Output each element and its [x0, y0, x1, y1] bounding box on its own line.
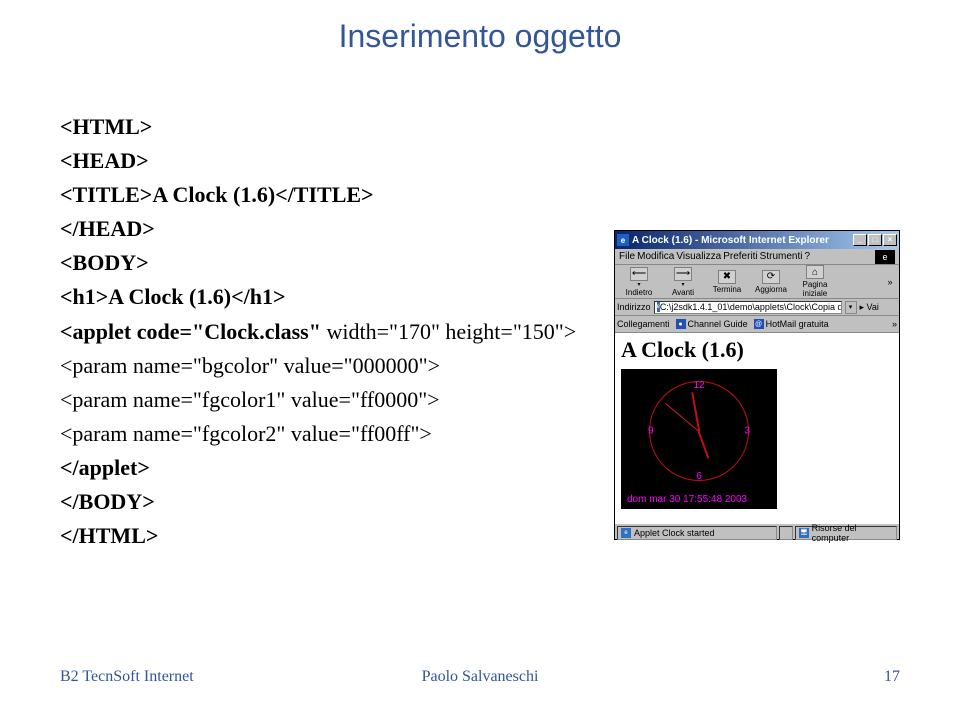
code-line: </HTML> [60, 519, 576, 553]
link-icon: ● [676, 319, 686, 329]
clock-num-12: 12 [693, 380, 704, 391]
window-controls: _ □ × [853, 234, 897, 246]
link-channel-guide[interactable]: ●Channel Guide [676, 319, 748, 329]
page-content: A Clock (1.6) 12 3 6 9 dom mar 30 17:55:… [615, 333, 899, 523]
tool-label: Indietro [617, 288, 661, 297]
slide-title: Inserimento oggetto [0, 0, 960, 55]
refresh-button[interactable]: ⟳ Aggiorna [749, 270, 793, 294]
computer-icon: 🖥 [799, 528, 809, 538]
clock-num-3: 3 [744, 425, 750, 436]
go-button[interactable]: ▸ Vai [860, 302, 879, 313]
status-bar: e Applet Clock started 🖥 Risorse del com… [615, 523, 899, 541]
link-icon: @ [754, 319, 764, 329]
footer-right: 17 [884, 668, 900, 686]
code-line: <applet code="Clock.class" width="170" h… [60, 315, 576, 349]
tool-label: Termina [705, 285, 749, 294]
applet-icon: e [621, 528, 631, 538]
clock-num-6: 6 [696, 471, 702, 482]
address-value: C:\j2sdk1.4.1_01\demo\applets\Clock\Copi… [660, 302, 842, 312]
menubar: File Modifica Visualizza Preferiti Strum… [615, 249, 899, 265]
menu-strumenti[interactable]: Strumenti [760, 251, 803, 262]
status-slot [779, 526, 793, 540]
address-input[interactable]: e C:\j2sdk1.4.1_01\demo\applets\Clock\Co… [654, 301, 842, 314]
menu-visualizza[interactable]: Visualizza [676, 251, 721, 262]
code-line: <HTML> [60, 110, 576, 144]
code-span: <applet code="Clock.class" [60, 319, 326, 344]
code-line: <param name="bgcolor" value="000000"> [60, 349, 576, 383]
menu-modifica[interactable]: Modifica [637, 251, 674, 262]
links-bar: Collegamenti ●Channel Guide @HotMail gra… [615, 316, 899, 333]
clock-date: dom mar 30 17:55:48 2003 [627, 494, 747, 505]
toolbar-overflow[interactable]: » [883, 277, 897, 287]
links-overflow[interactable]: » [892, 319, 897, 329]
address-bar: Indirizzo e C:\j2sdk1.4.1_01\demo\applet… [615, 299, 899, 316]
window-title: A Clock (1.6) - Microsoft Internet Explo… [632, 235, 829, 246]
menu-file[interactable]: File [619, 251, 635, 262]
code-line: <HEAD> [60, 144, 576, 178]
forward-button[interactable]: ⟶▾ Avanti [661, 267, 705, 297]
tool-label: Aggiorna [749, 285, 793, 294]
links-label: Collegamenti [617, 319, 670, 329]
status-left: e Applet Clock started [617, 526, 777, 540]
code-block: <HTML> <HEAD> <TITLE>A Clock (1.6)</TITL… [60, 110, 576, 553]
status-right: 🖥 Risorse del computer [795, 526, 897, 540]
browser-window: e A Clock (1.6) - Microsoft Internet Exp… [614, 230, 900, 540]
footer-left: B2 TecnSoft Internet [60, 668, 194, 686]
code-line: </HEAD> [60, 212, 576, 246]
address-label: Indirizzo [617, 302, 651, 312]
code-line: </BODY> [60, 485, 576, 519]
code-line: <param name="fgcolor1" value="ff0000"> [60, 383, 576, 417]
ie-icon: e [617, 234, 629, 246]
link-label: HotMail gratuita [766, 319, 829, 329]
page-heading: A Clock (1.6) [621, 337, 893, 363]
link-label: Channel Guide [688, 319, 748, 329]
ie-logo-icon: e [875, 250, 895, 264]
footer-center: Paolo Salvaneschi [422, 668, 539, 686]
hour-hand [698, 431, 709, 458]
clock-applet: 12 3 6 9 dom mar 30 17:55:48 2003 [621, 369, 777, 509]
link-hotmail[interactable]: @HotMail gratuita [754, 319, 829, 329]
clock-face: 12 3 6 9 [649, 381, 749, 481]
code-line: </applet> [60, 451, 576, 485]
code-line: <TITLE>A Clock (1.6)</TITLE> [60, 178, 576, 212]
code-line: <BODY> [60, 246, 576, 280]
tool-label: Avanti [661, 288, 705, 297]
menu-preferiti[interactable]: Preferiti [723, 251, 757, 262]
minimize-button[interactable]: _ [853, 234, 867, 246]
maximize-button[interactable]: □ [868, 234, 882, 246]
clock-num-9: 9 [648, 425, 654, 436]
go-label: Vai [867, 302, 879, 312]
address-dropdown[interactable]: ▾ [845, 301, 857, 314]
code-line: <param name="fgcolor2" value="ff00ff"> [60, 417, 576, 451]
home-button[interactable]: ⌂ Pagina iniziale [793, 265, 837, 298]
tool-label: Pagina iniziale [793, 280, 837, 298]
code-line: <h1>A Clock (1.6)</h1> [60, 280, 576, 314]
status-zone-text: Risorse del computer [812, 523, 893, 543]
back-button[interactable]: ⟵▾ Indietro [617, 267, 661, 297]
code-span: width="170" height="150"> [326, 319, 576, 344]
titlebar: e A Clock (1.6) - Microsoft Internet Exp… [615, 231, 899, 249]
stop-button[interactable]: ✖ Termina [705, 270, 749, 294]
close-button[interactable]: × [883, 234, 897, 246]
footer: B2 TecnSoft Internet Paolo Salvaneschi 1… [0, 668, 960, 686]
menu-help[interactable]: ? [804, 251, 810, 262]
status-text: Applet Clock started [634, 528, 715, 538]
toolbar: ⟵▾ Indietro ⟶▾ Avanti ✖ Termina ⟳ Aggior… [615, 265, 899, 299]
